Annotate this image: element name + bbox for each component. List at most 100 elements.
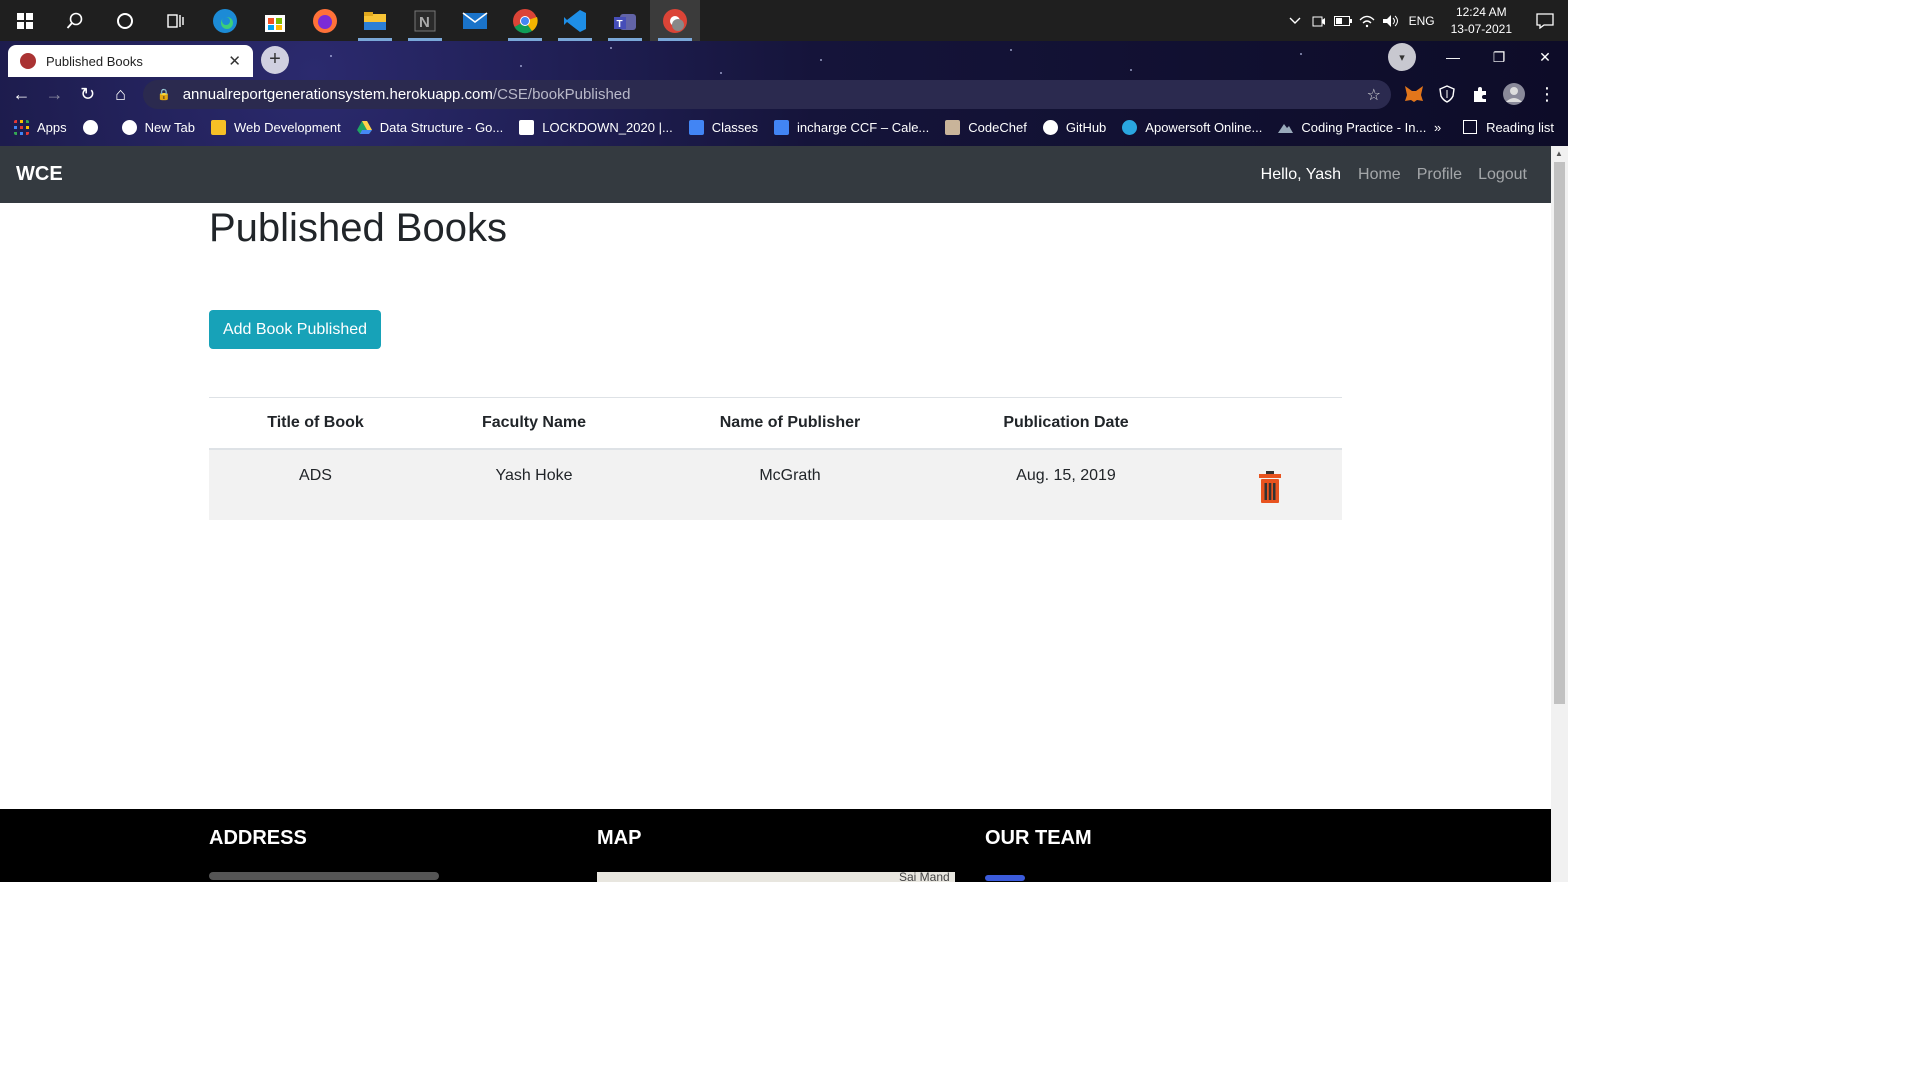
- chrome-profile-icon[interactable]: [650, 0, 700, 41]
- minimize-icon[interactable]: —: [1430, 49, 1476, 65]
- bookmark-label: Apps: [37, 119, 67, 135]
- site-navbar: WCE Hello, Yash Home Profile Logout: [0, 146, 1551, 203]
- edge-icon[interactable]: [200, 0, 250, 41]
- file-explorer-icon[interactable]: [350, 0, 400, 41]
- bookmark-label: Data Structure - Go...: [379, 119, 504, 135]
- bookmark-web-development[interactable]: Web Development: [210, 119, 341, 135]
- bookmark-lockdown[interactable]: LOCKDOWN_2020 |...: [519, 119, 673, 135]
- bookmark-label: GitHub: [1065, 119, 1107, 135]
- column-header-title: Title of Book: [209, 397, 422, 450]
- svg-text:T: T: [617, 19, 623, 30]
- calendar-icon: [774, 119, 790, 135]
- profile-avatar-icon[interactable]: [1502, 82, 1526, 106]
- web-page: WCE Hello, Yash Home Profile Logout Publ…: [0, 146, 1551, 882]
- add-book-published-button[interactable]: Add Book Published: [209, 310, 381, 349]
- reload-icon[interactable]: ↻: [71, 84, 104, 105]
- language-indicator[interactable]: ENG: [1403, 0, 1441, 41]
- back-icon[interactable]: ←: [5, 84, 38, 105]
- published-books-table: Title of Book Faculty Name Name of Publi…: [209, 397, 1342, 520]
- bookmark-globe[interactable]: [82, 119, 106, 135]
- cortana-icon[interactable]: [100, 0, 150, 41]
- bookmark-label: New Tab: [144, 119, 195, 135]
- tab-published-books[interactable]: Published Books ✕: [8, 45, 253, 77]
- volume-icon[interactable]: [1379, 0, 1403, 41]
- scrollbar-thumb[interactable]: [1554, 162, 1565, 704]
- bookmark-star-icon[interactable]: ☆: [1367, 85, 1381, 105]
- bookmark-incharge-ccf[interactable]: incharge CCF – Cale...: [774, 119, 930, 135]
- windows-taskbar: N T ENG 12:24 AM 13-07-2021: [0, 0, 1568, 41]
- forward-icon[interactable]: →: [38, 84, 71, 105]
- clock[interactable]: 12:24 AM 13-07-2021: [1441, 4, 1522, 38]
- store-icon[interactable]: [250, 0, 300, 41]
- home-icon[interactable]: ⌂: [104, 84, 137, 105]
- footer-team-link[interactable]: [985, 875, 1025, 881]
- cell-title: ADS: [209, 448, 422, 520]
- address-bar[interactable]: 🔒 annualreportgenerationsystem.herokuapp…: [143, 80, 1391, 109]
- lock-icon[interactable]: 🔒: [157, 88, 171, 101]
- mail-icon[interactable]: [450, 0, 500, 41]
- reading-list-label: Reading list: [1486, 119, 1554, 135]
- meet-now-icon[interactable]: [1307, 0, 1331, 41]
- page-scrollbar[interactable]: ▲: [1551, 146, 1568, 882]
- bookmark-classes[interactable]: Classes: [688, 119, 758, 135]
- table-header-row: Title of Book Faculty Name Name of Publi…: [209, 397, 1342, 450]
- task-view-icon[interactable]: [150, 0, 200, 41]
- bookmark-data-structure[interactable]: Data Structure - Go...: [356, 119, 504, 135]
- google-drive-icon: [356, 120, 372, 134]
- windows-start-icon[interactable]: [0, 0, 50, 41]
- notion-icon[interactable]: N: [400, 0, 450, 41]
- search-icon[interactable]: [50, 0, 100, 41]
- nav-profile-link[interactable]: Profile: [1417, 166, 1462, 184]
- footer-address-text: [209, 872, 439, 880]
- chevron-up-icon[interactable]: [1283, 0, 1307, 41]
- cell-date: Aug. 15, 2019: [934, 448, 1198, 520]
- column-header-faculty: Faculty Name: [422, 397, 646, 450]
- restore-icon[interactable]: ❐: [1476, 49, 1522, 66]
- bookmark-coding-practice[interactable]: Coding Practice - In...: [1278, 120, 1426, 135]
- nav-home-link[interactable]: Home: [1358, 166, 1401, 184]
- chrome-icon[interactable]: [500, 0, 550, 41]
- shield-extension-icon[interactable]: [1438, 82, 1456, 106]
- menu-kebab-icon[interactable]: ⋮: [1538, 82, 1556, 106]
- reading-list-button[interactable]: Reading list: [1463, 115, 1554, 139]
- teams-icon[interactable]: T: [600, 0, 650, 41]
- apps-grid-icon: [14, 119, 29, 135]
- tab-search-icon[interactable]: ▾: [1388, 43, 1416, 71]
- extensions-puzzle-icon[interactable]: [1471, 82, 1489, 106]
- bookmark-apowersoft[interactable]: Apowersoft Online...: [1122, 119, 1263, 135]
- column-header-publisher: Name of Publisher: [646, 397, 934, 450]
- vscode-icon[interactable]: [550, 0, 600, 41]
- close-window-icon[interactable]: ✕: [1522, 49, 1568, 66]
- close-tab-icon[interactable]: ✕: [228, 52, 241, 70]
- bookmark-codechef[interactable]: CodeChef: [945, 119, 1027, 135]
- bookmark-label: incharge CCF – Cale...: [797, 119, 930, 135]
- tab-title: Published Books: [46, 53, 143, 69]
- bookmark-github[interactable]: GitHub: [1042, 119, 1107, 135]
- brand-logo[interactable]: WCE: [16, 163, 63, 186]
- url-path: /CSE/bookPublished: [492, 86, 631, 103]
- bookmarks-bar: Apps New Tab Web Development Data Struct…: [0, 115, 1568, 139]
- scroll-up-icon[interactable]: ▲: [1555, 149, 1563, 158]
- reading-list-icon: [1463, 120, 1478, 134]
- globe-icon: [121, 119, 137, 135]
- battery-icon[interactable]: [1331, 0, 1355, 41]
- wifi-icon[interactable]: [1355, 0, 1379, 41]
- firefox-icon[interactable]: [300, 0, 350, 41]
- cell-actions: [1198, 448, 1342, 520]
- notification-icon[interactable]: [1522, 0, 1568, 41]
- new-tab-button[interactable]: +: [261, 46, 289, 74]
- bookmark-new-tab[interactable]: New Tab: [121, 119, 195, 135]
- nav-logout-link[interactable]: Logout: [1478, 166, 1527, 184]
- url-host: annualreportgenerationsystem.herokuapp.c…: [182, 86, 493, 103]
- clock-time: 12:24 AM: [1455, 4, 1507, 19]
- site-favicon-icon: [20, 53, 36, 69]
- more-bookmarks-icon[interactable]: »: [1434, 120, 1441, 135]
- footer-map[interactable]: Sai Mand: [597, 870, 955, 882]
- browser-chrome: Published Books ✕ + ▾ — ❐ ✕ ← → ↻ ⌂ 🔒 an…: [0, 41, 1568, 146]
- table-row: ADS Yash Hoke McGrath Aug. 15, 2019: [209, 448, 1342, 520]
- delete-trash-icon[interactable]: [1258, 470, 1282, 503]
- bookmark-apps[interactable]: Apps: [14, 119, 67, 135]
- user-greeting: Hello, Yash: [1260, 165, 1342, 183]
- bookmark-label: Apowersoft Online...: [1145, 119, 1263, 135]
- metamask-extension-icon[interactable]: [1404, 82, 1424, 106]
